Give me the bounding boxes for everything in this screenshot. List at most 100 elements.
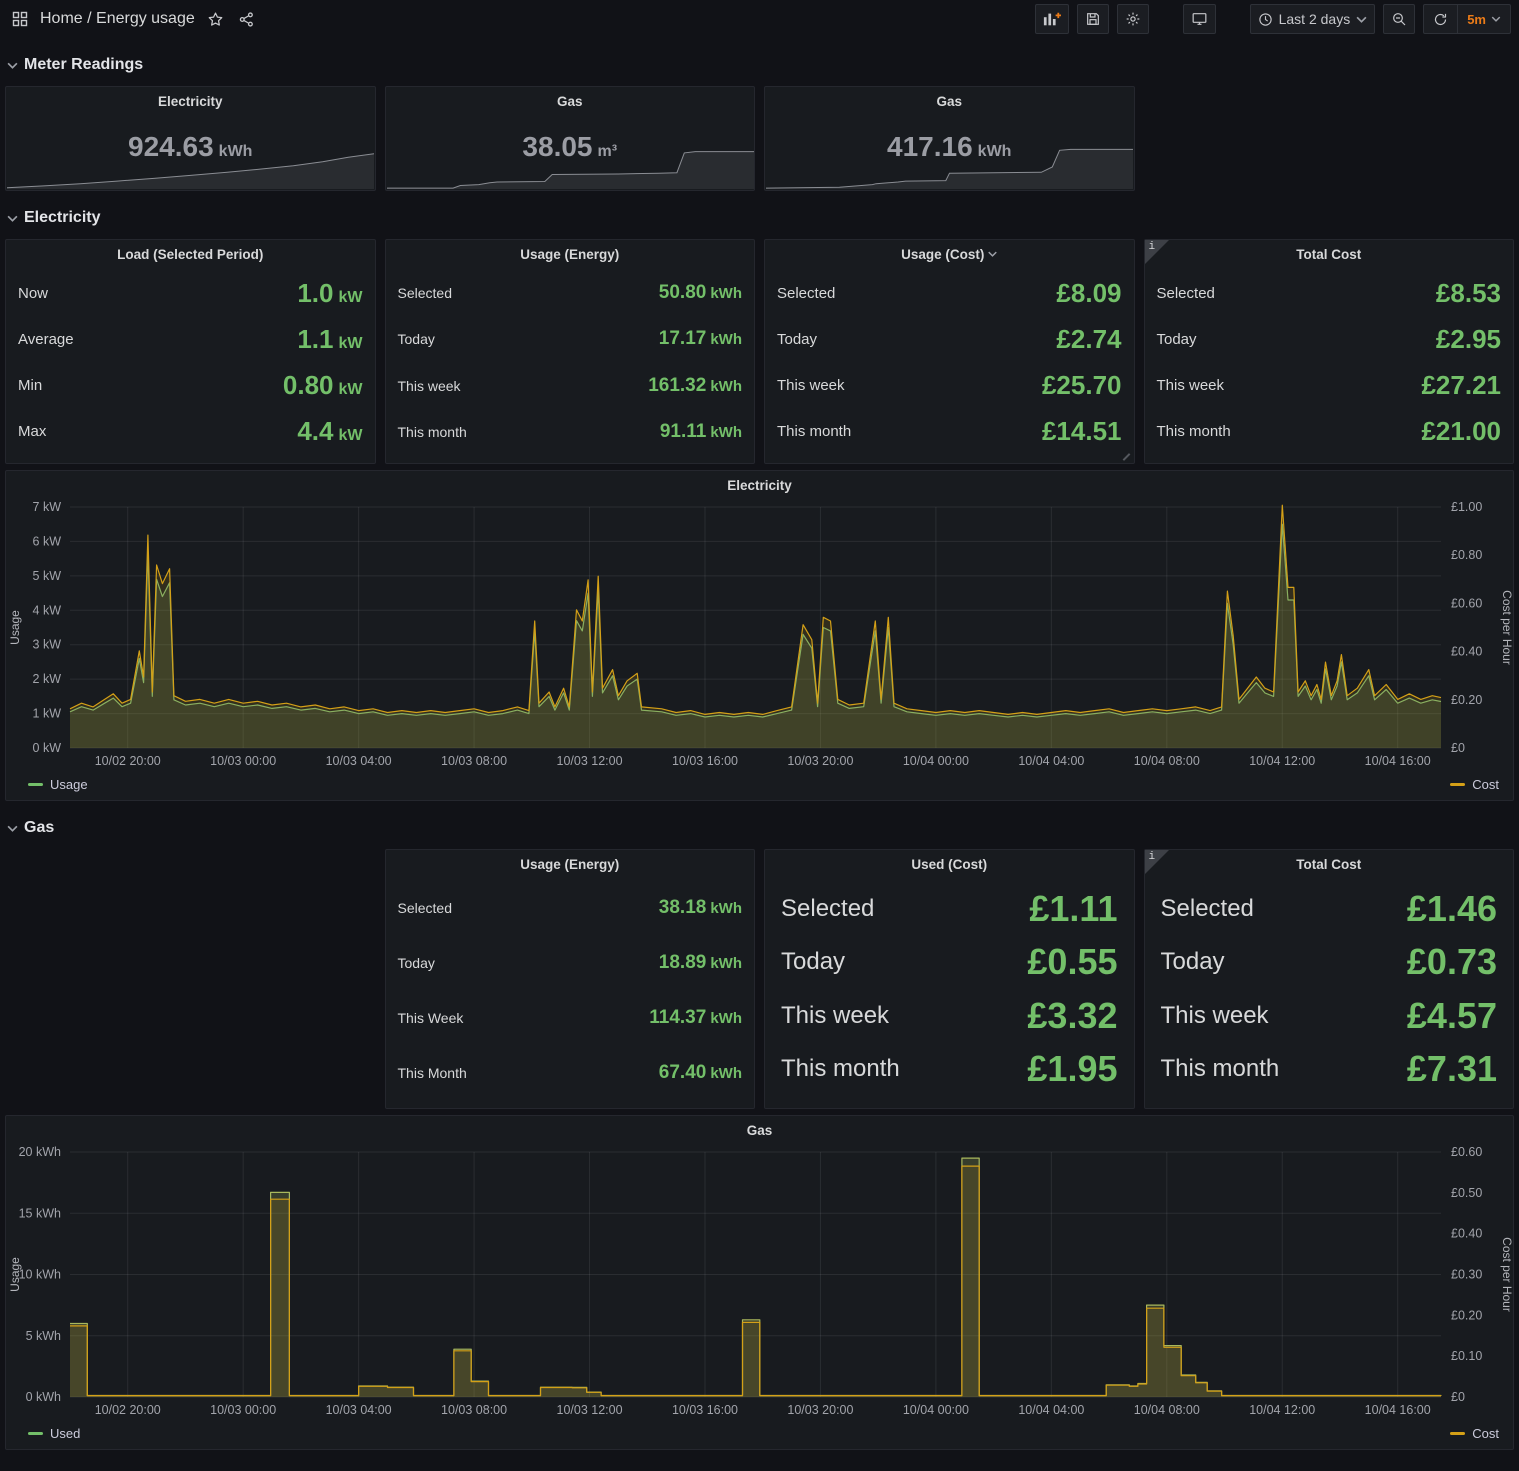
legend-used[interactable]: Used — [28, 1426, 80, 1441]
stat-value: 50.80kWh — [659, 282, 742, 304]
legend-usage[interactable]: Usage — [28, 777, 88, 792]
panel-title[interactable]: Load (Selected Period) — [6, 240, 375, 268]
refresh-interval-dropdown[interactable]: 5m — [1457, 5, 1510, 33]
refresh-button[interactable] — [1424, 5, 1457, 33]
legend-cost[interactable]: Cost — [1450, 1426, 1499, 1441]
stat-row: This week161.32kWh — [398, 363, 743, 409]
stat-label: Selected — [398, 285, 452, 301]
panel-elec-total-cost: i Total Cost Selected£8.53Today£2.95This… — [1144, 239, 1515, 464]
stat-row: This Week114.37kWh — [398, 990, 743, 1045]
stat-label: Average — [18, 331, 74, 348]
stat-label: This Month — [398, 1065, 467, 1081]
svg-text:Cost per Hour: Cost per Hour — [1500, 1237, 1513, 1312]
info-corner-icon[interactable]: i — [1145, 240, 1169, 264]
stat-label: Now — [18, 285, 48, 302]
svg-text:6 kW: 6 kW — [33, 534, 62, 548]
stat-value: 17.17kWh — [659, 328, 742, 350]
stat-row: Selected£1.11 — [781, 882, 1118, 936]
svg-text:10/04 12:00: 10/04 12:00 — [1249, 754, 1315, 768]
stat-value: 38.18kWh — [659, 897, 742, 919]
svg-text:10/03 16:00: 10/03 16:00 — [672, 1403, 738, 1417]
stat-row: This month£14.51 — [777, 409, 1122, 455]
stat-value: £1.46 — [1407, 888, 1497, 930]
breadcrumb[interactable]: Home / Energy usage — [40, 10, 195, 28]
svg-text:£0: £0 — [1451, 1390, 1465, 1404]
stat-label: Max — [18, 423, 46, 440]
svg-text:10/03 12:00: 10/03 12:00 — [557, 754, 623, 768]
stat-row: Today18.89kWh — [398, 935, 743, 990]
panel-title[interactable]: Gas — [765, 87, 1134, 115]
stat-label: This Week — [398, 1010, 464, 1026]
apps-grid-icon[interactable] — [10, 9, 30, 29]
save-dashboard-button[interactable] — [1077, 4, 1109, 34]
stat-row: This month91.11kWh — [398, 409, 743, 455]
panel-title[interactable]: Gas — [386, 87, 755, 115]
sparkline — [7, 145, 374, 189]
svg-text:£0.60: £0.60 — [1451, 596, 1482, 610]
stat-label: This month — [1157, 423, 1231, 440]
zoom-out-time-button[interactable] — [1383, 4, 1415, 34]
stat-row: Today17.17kWh — [398, 316, 743, 362]
stat-label: Today — [781, 948, 845, 976]
stat-row: Selected£8.53 — [1157, 270, 1502, 316]
kiosk-mode-button[interactable] — [1183, 4, 1216, 34]
stat-row: Today£0.55 — [781, 936, 1118, 990]
svg-text:10/04 16:00: 10/04 16:00 — [1365, 754, 1431, 768]
section-meter-readings[interactable]: Meter Readings — [7, 51, 1514, 79]
panel-title[interactable]: Usage (Cost) — [765, 240, 1134, 268]
stat-label: This week — [1157, 377, 1225, 394]
stat-value: £0.73 — [1407, 941, 1497, 983]
panel-title[interactable]: Usage (Energy) — [386, 240, 755, 268]
share-icon[interactable] — [236, 9, 257, 30]
stat-row: Average1.1kW — [18, 316, 363, 362]
section-electricity[interactable]: Electricity — [7, 204, 1514, 232]
stat-row: Selected38.18kWh — [398, 880, 743, 935]
panel-title[interactable]: Usage (Energy) — [386, 850, 755, 878]
svg-text:1 kW: 1 kW — [33, 707, 62, 721]
electricity-chart[interactable]: 0 kW1 kW2 kW3 kW4 kW5 kW6 kW7 kW10/02 20… — [6, 499, 1513, 774]
panel-title[interactable]: Electricity — [6, 471, 1513, 499]
panel-title[interactable]: Used (Cost) — [765, 850, 1134, 878]
stat-value: £2.95 — [1436, 324, 1501, 355]
section-gas[interactable]: Gas — [7, 814, 1514, 842]
stat-label: This month — [777, 423, 851, 440]
stat-row: Today £0.73 — [1161, 936, 1498, 990]
stat-row: This Month67.40kWh — [398, 1045, 743, 1100]
legend-cost[interactable]: Cost — [1450, 777, 1499, 792]
svg-text:10/04 08:00: 10/04 08:00 — [1134, 1403, 1200, 1417]
meter-panel-electricity: Electricity 924.63kWh — [5, 86, 376, 191]
svg-text:0 kWh: 0 kWh — [26, 1390, 61, 1404]
svg-text:£0.30: £0.30 — [1451, 1268, 1482, 1282]
svg-text:10/03 08:00: 10/03 08:00 — [441, 754, 507, 768]
panel-title[interactable]: Total Cost — [1145, 850, 1514, 878]
stat-label: Selected — [1157, 285, 1215, 302]
gas-chart[interactable]: 0 kWh5 kWh10 kWh15 kWh20 kWh10/02 20:001… — [6, 1144, 1513, 1423]
svg-text:10/04 00:00: 10/04 00:00 — [903, 754, 969, 768]
svg-text:Cost per Hour: Cost per Hour — [1500, 590, 1513, 665]
add-panel-button[interactable] — [1035, 4, 1069, 34]
panel-title[interactable]: Gas — [6, 1116, 1513, 1144]
meter-panel-gas-m3: Gas 38.05m³ — [385, 86, 756, 191]
dashboard-settings-button[interactable] — [1117, 4, 1149, 34]
svg-text:10/02 20:00: 10/02 20:00 — [95, 754, 161, 768]
svg-text:10/03 04:00: 10/03 04:00 — [326, 754, 392, 768]
panel-elec-usage-energy: Usage (Energy) Selected 50.80kWh Today17.1… — [385, 239, 756, 464]
stat-row: Selected£8.09 — [777, 270, 1122, 316]
panel-title[interactable]: Electricity — [6, 87, 375, 115]
svg-text:£0.40: £0.40 — [1451, 1227, 1482, 1241]
svg-text:5 kW: 5 kW — [33, 569, 62, 583]
svg-text:Usage: Usage — [8, 610, 22, 645]
svg-text:10 kWh: 10 kWh — [19, 1268, 61, 1282]
panel-title[interactable]: Total Cost — [1145, 240, 1514, 268]
info-corner-icon[interactable]: i — [1145, 850, 1169, 874]
svg-text:10/03 00:00: 10/03 00:00 — [210, 754, 276, 768]
meter-panel-gas-kwh: Gas 417.16kWh — [764, 86, 1135, 191]
star-icon[interactable] — [205, 9, 226, 30]
stat-label: This week — [1161, 1002, 1269, 1030]
stat-label: This month — [1161, 1055, 1280, 1083]
stat-row: This month£7.31 — [1161, 1043, 1498, 1097]
stat-row: Min0.80kW — [18, 363, 363, 409]
svg-text:£0.50: £0.50 — [1451, 1186, 1482, 1200]
stat-label: Today — [1161, 948, 1225, 976]
time-range-picker[interactable]: Last 2 days — [1250, 4, 1376, 34]
